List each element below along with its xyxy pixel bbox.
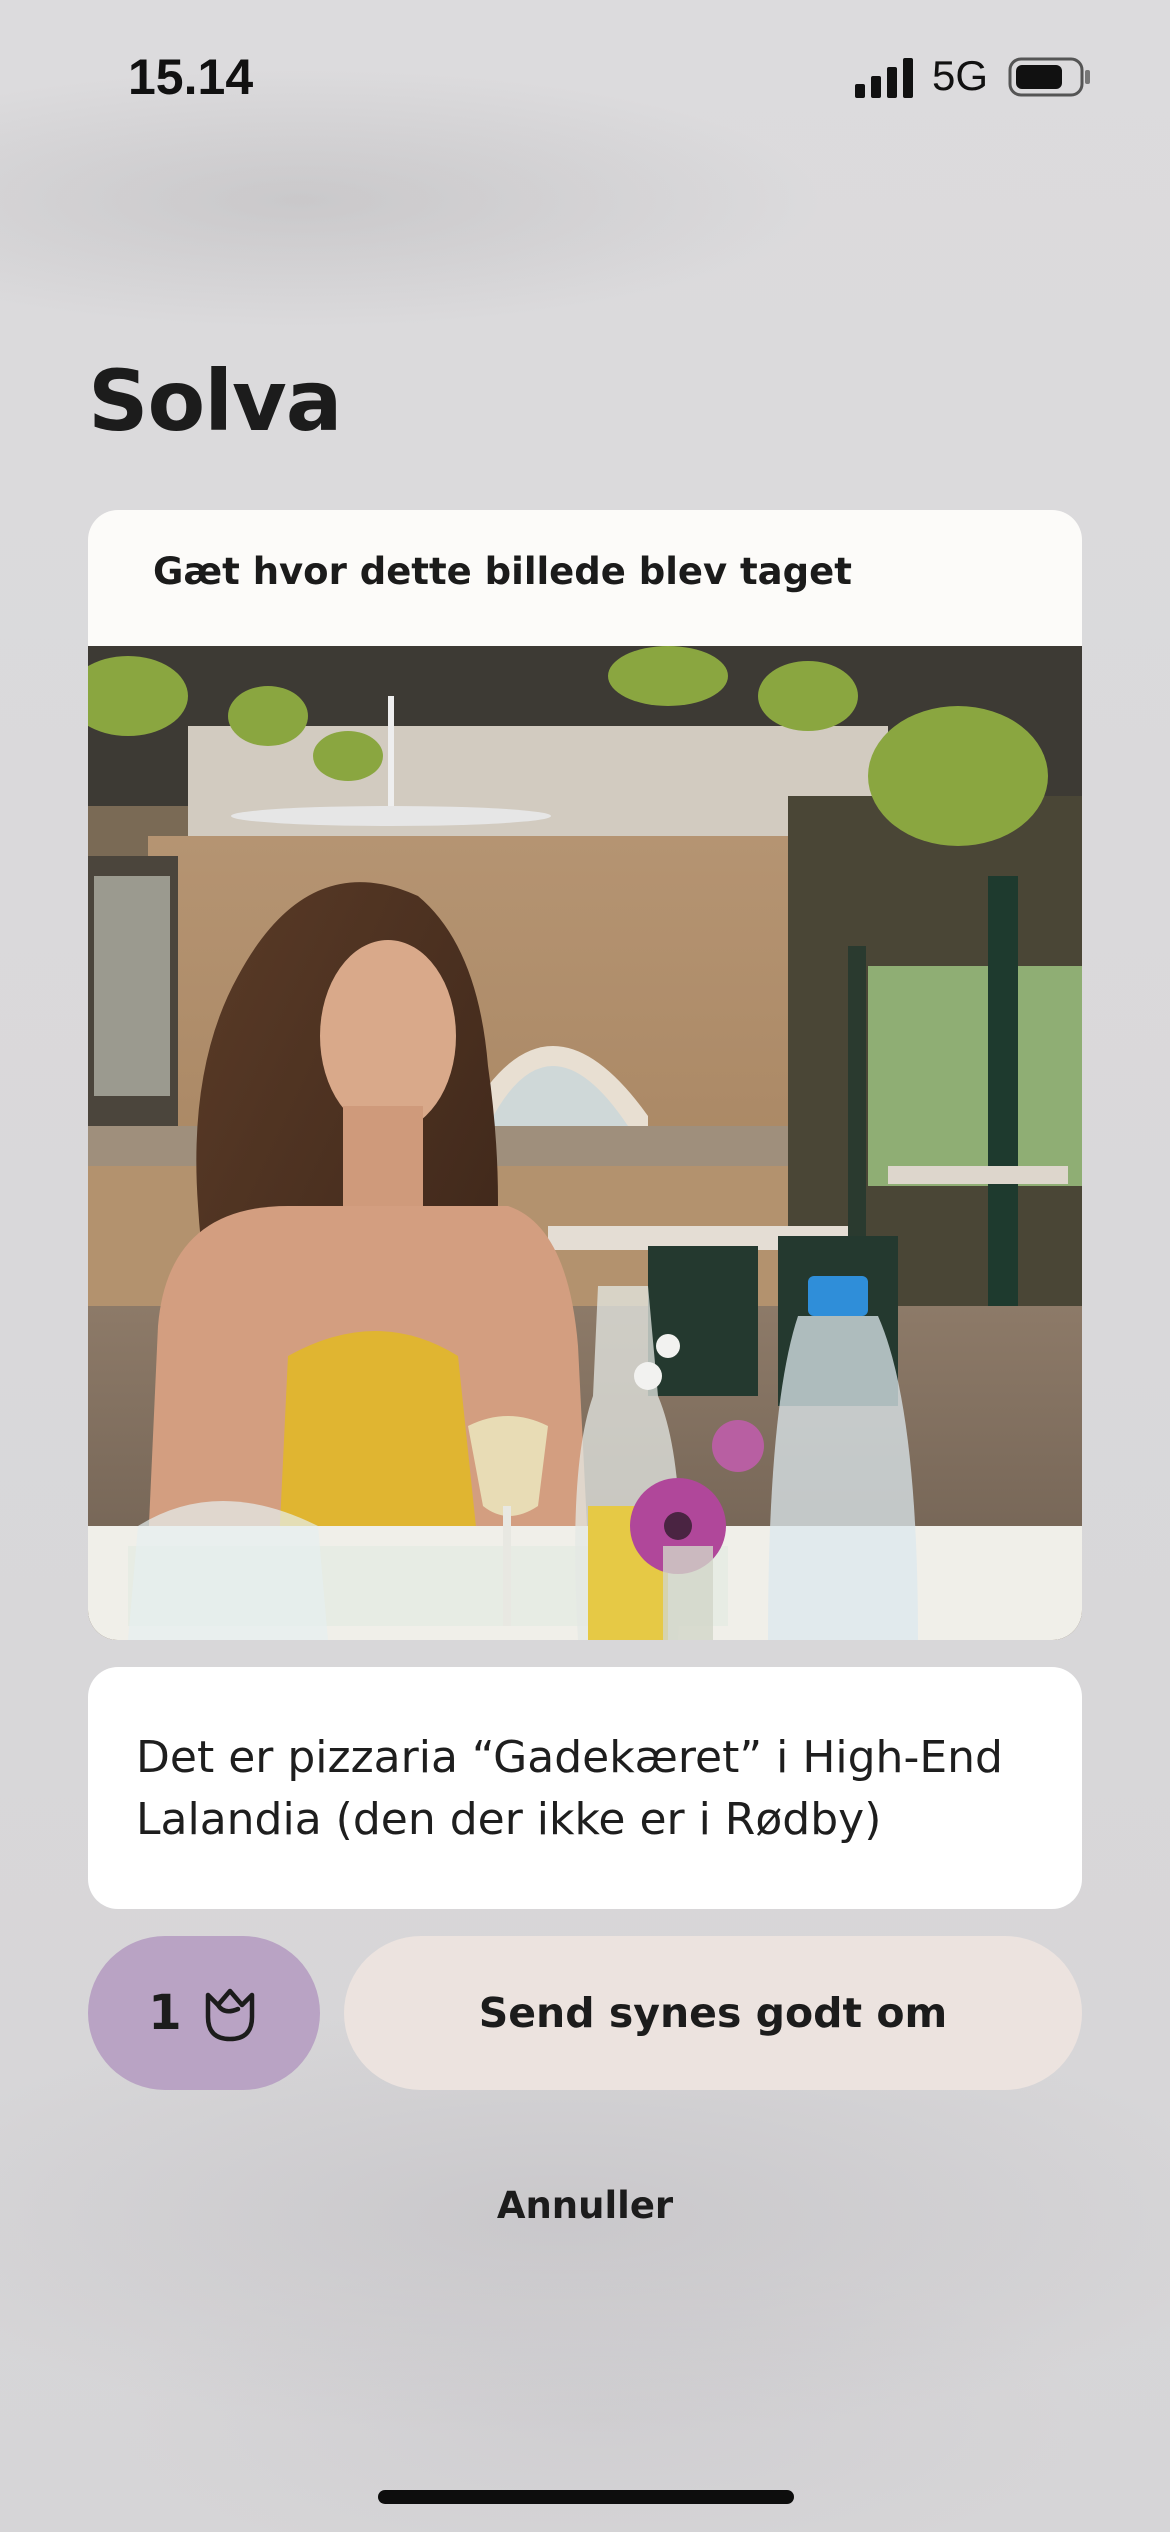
rose-button[interactable]: 1 bbox=[88, 1936, 320, 2090]
send-like-button[interactable]: Send synes godt om bbox=[344, 1936, 1082, 2090]
rose-count: 1 bbox=[148, 1985, 182, 2041]
comment-text: Det er pizzaria “Gadekæret” i High-End L… bbox=[136, 1732, 1003, 1845]
send-like-label: Send synes godt om bbox=[478, 1989, 948, 2037]
cancel-button[interactable]: Annuller bbox=[435, 2175, 735, 2235]
home-indicator[interactable] bbox=[378, 2490, 794, 2504]
profile-name: Solva bbox=[88, 352, 342, 450]
cancel-label: Annuller bbox=[496, 2183, 674, 2227]
photo-card: Gæt hvor dette billede blev taget bbox=[88, 510, 1082, 1640]
signal-icon bbox=[855, 58, 913, 98]
status-time: 15.14 bbox=[128, 49, 254, 105]
photo-illustration bbox=[88, 646, 1082, 1640]
prompt-text: Gæt hvor dette billede blev taget bbox=[153, 550, 852, 593]
network-label: 5G bbox=[932, 52, 989, 99]
comment-card[interactable]: Det er pizzaria “Gadekæret” i High-End L… bbox=[88, 1667, 1082, 1909]
battery-icon bbox=[1008, 57, 1090, 97]
rose-icon bbox=[205, 1988, 254, 2042]
profile-photo[interactable] bbox=[88, 646, 1082, 1640]
